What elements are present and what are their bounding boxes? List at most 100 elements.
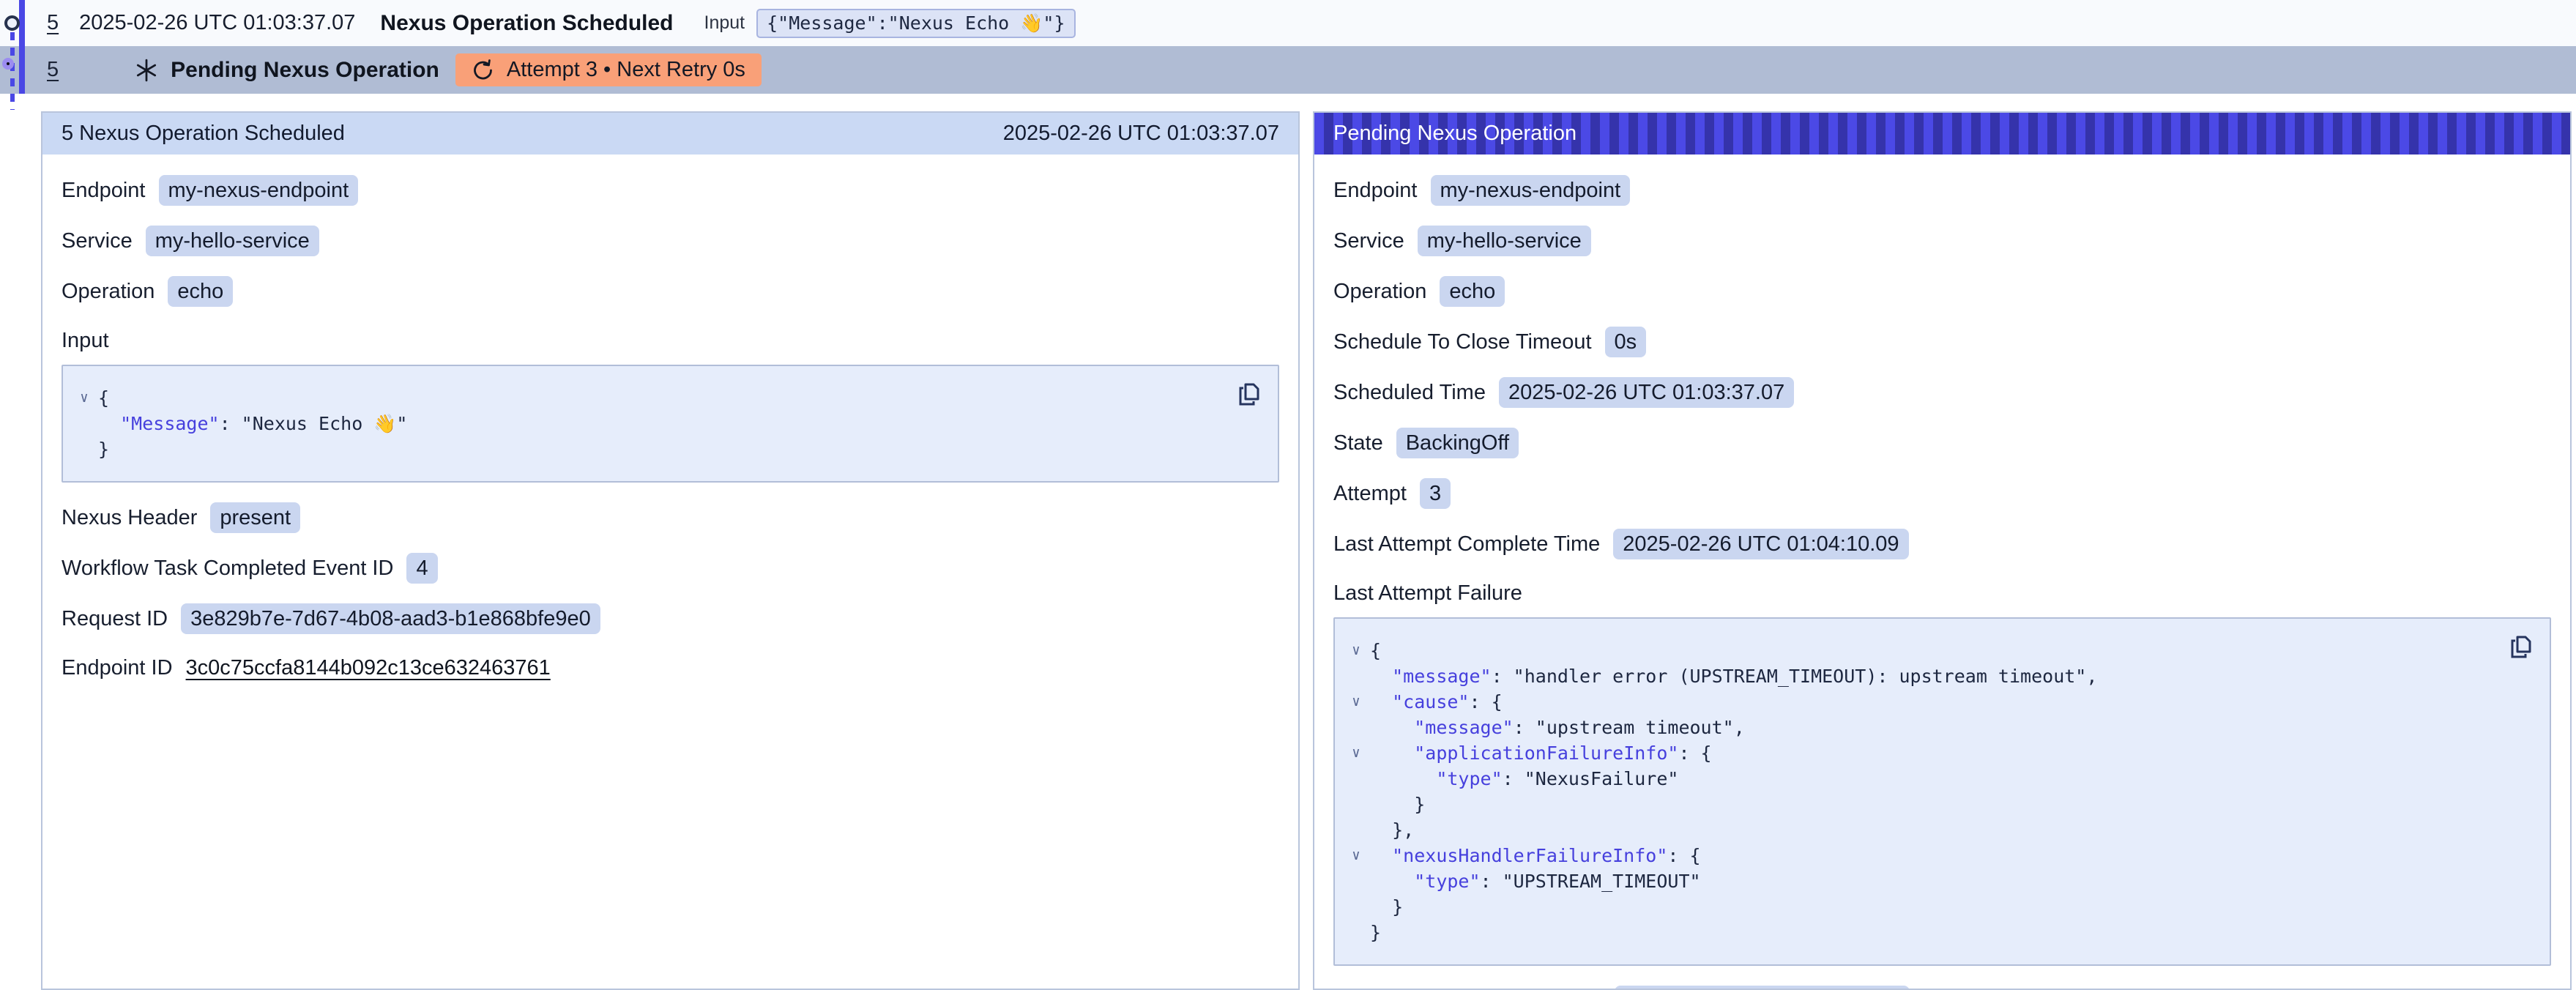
field-row: State BackingOff	[1333, 428, 2551, 458]
field-label: Scheduled Time	[1333, 379, 1486, 406]
field-row: Attempt 3	[1333, 478, 2551, 509]
event-id-link[interactable]: 5	[47, 11, 59, 35]
field-value-chip: BackingOff	[1396, 428, 1519, 458]
pending-panel-header: Pending Nexus Operation	[1314, 113, 2570, 155]
field-row: Schedule To Close Timeout 0s	[1333, 327, 2551, 357]
field-row: Operationecho	[1333, 276, 2551, 307]
scheduled-fields-top: Endpointmy-nexus-endpoint Servicemy-hello…	[62, 175, 1279, 307]
code-line: ∨ "applicationFailureInfo": {	[1342, 740, 2498, 766]
field-value-chip: 3e829b7e-7d67-4b08-aad3-b1e868bfe9e0	[181, 603, 600, 634]
field-value-chip: my-hello-service	[1418, 226, 1591, 256]
collapse-chevron-icon[interactable]: ∨	[1342, 740, 1370, 766]
code-text: }	[98, 436, 109, 462]
code-line: }	[1342, 894, 2498, 920]
field-value-chip: 0s	[1605, 327, 1647, 357]
code-line: "Message": "Nexus Echo 👋"	[70, 411, 1226, 436]
copy-icon[interactable]	[2504, 630, 2538, 664]
timeline-pending-dot-icon	[2, 58, 14, 70]
field-label: Attempt	[1333, 480, 1407, 507]
field-row: Scheduled Time 2025-02-26 UTC 01:03:37.07	[1333, 377, 2551, 408]
endpoint-id-field: Endpoint ID 3c0c75ccfa8144b092c13ce63246…	[62, 654, 1279, 682]
pending-operation-panel: Pending Nexus Operation Endpointmy-nexus…	[1313, 111, 2572, 990]
field-label: Schedule To Close Timeout	[1333, 328, 1592, 356]
field-row: Operationecho	[62, 276, 1279, 307]
code-gutter	[1342, 894, 1370, 920]
code-text: {	[1370, 638, 1381, 663]
code-gutter	[1342, 792, 1370, 817]
endpoint-id-link[interactable]: 3c0c75ccfa8144b092c13ce632463761	[186, 654, 551, 682]
code-text: "Message": "Nexus Echo 👋"	[98, 411, 407, 436]
pending-asterisk-icon	[134, 58, 159, 83]
input-preview-pill: {"Message":"Nexus Echo 👋"}	[756, 9, 1075, 38]
code-line: ∨ "cause": {	[1342, 689, 2498, 715]
retry-icon	[472, 59, 495, 82]
copy-icon[interactable]	[1232, 378, 1266, 412]
code-gutter	[1342, 715, 1370, 740]
timeline-active-bar	[19, 0, 25, 94]
field-value-chip: 2025-02-26 UTC 01:04:10.09	[1613, 529, 1908, 559]
code-line: }	[1342, 792, 2498, 817]
field-row: Last Attempt Complete Time 2025-02-26 UTC…	[1333, 529, 2551, 559]
field-value-chip: 3	[1420, 478, 1451, 509]
field-row: Workflow Task Completed Event ID4	[62, 553, 1279, 584]
field-value-chip: echo	[168, 276, 233, 307]
timeline-event-circle-icon	[4, 15, 20, 31]
next-attempt-field: Next Attempt Schedule Time 2025-02-26 UT…	[1333, 986, 2551, 990]
field-row: Servicemy-hello-service	[62, 226, 1279, 256]
scheduled-event-panel: 5 Nexus Operation Scheduled 2025-02-26 U…	[41, 111, 1300, 990]
retry-status-badge: Attempt 3 • Next Retry 0s	[455, 53, 762, 86]
field-label: Service	[1333, 227, 1404, 255]
collapse-chevron-icon[interactable]: ∨	[1342, 638, 1370, 663]
code-text: "message": "handler error (UPSTREAM_TIME…	[1370, 663, 2097, 689]
field-label: State	[1333, 429, 1383, 457]
next-attempt-label: Next Attempt Schedule Time	[1333, 987, 1601, 990]
code-line: "type": "UPSTREAM_TIMEOUT"	[1342, 868, 2498, 894]
code-gutter	[70, 436, 98, 462]
field-value-chip: my-hello-service	[146, 226, 319, 256]
event-row-scheduled[interactable]: 5 2025-02-26 UTC 01:03:37.07 Nexus Opera…	[0, 0, 2576, 46]
retry-badge-text: Attempt 3 • Next Retry 0s	[507, 58, 745, 82]
field-label: Nexus Header	[62, 504, 197, 532]
field-value-chip: 4	[406, 553, 437, 584]
field-row: Endpointmy-nexus-endpoint	[1333, 175, 2551, 206]
collapse-chevron-icon[interactable]: ∨	[1342, 843, 1370, 868]
scheduled-panel-timestamp: 2025-02-26 UTC 01:03:37.07	[1003, 122, 1279, 146]
field-row: Nexus Header present	[62, 502, 1279, 533]
event-history-rows: 5 2025-02-26 UTC 01:03:37.07 Nexus Opera…	[0, 0, 2576, 94]
scheduled-fields-bottom: Nexus Header present Workflow Task Complet…	[62, 502, 1279, 634]
code-text: }	[1370, 792, 1425, 817]
pending-event-id-link[interactable]: 5	[47, 58, 59, 82]
code-text: },	[1370, 817, 1414, 843]
input-inline-label: Input	[704, 12, 745, 34]
collapse-chevron-icon[interactable]: ∨	[70, 385, 98, 411]
code-text: "type": "NexusFailure"	[1370, 766, 1678, 792]
pending-panel-title: Pending Nexus Operation	[1333, 122, 1577, 146]
field-label: Request ID	[62, 605, 168, 633]
failure-json-block: ∨{ "message": "handler error (UPSTREAM_T…	[1333, 617, 2551, 966]
next-attempt-value-chip: 2025-02-26 UTC 01:04:13.93	[1615, 986, 1910, 990]
code-line: "message": "handler error (UPSTREAM_TIME…	[1342, 663, 2498, 689]
field-label: Last Attempt Complete Time	[1333, 530, 1600, 558]
scheduled-panel-title: 5 Nexus Operation Scheduled	[62, 122, 345, 146]
code-gutter	[70, 411, 98, 436]
input-section-label: Input	[62, 327, 1279, 354]
code-line: "type": "NexusFailure"	[1342, 766, 2498, 792]
code-gutter	[1342, 663, 1370, 689]
field-value-chip: present	[210, 502, 300, 533]
field-row: Endpointmy-nexus-endpoint	[62, 175, 1279, 206]
field-value-chip: my-nexus-endpoint	[159, 175, 359, 206]
code-gutter	[1342, 766, 1370, 792]
code-line: "message": "upstream timeout",	[1342, 715, 2498, 740]
code-text: "type": "UPSTREAM_TIMEOUT"	[1370, 868, 1701, 894]
code-gutter	[1342, 817, 1370, 843]
code-gutter	[1342, 920, 1370, 945]
field-value-chip: 2025-02-26 UTC 01:03:37.07	[1499, 377, 1794, 408]
collapse-chevron-icon[interactable]: ∨	[1342, 689, 1370, 715]
code-line: },	[1342, 817, 2498, 843]
input-json-block: ∨{ "Message": "Nexus Echo 👋"}	[62, 365, 1279, 483]
code-text: }	[1370, 894, 1403, 920]
scheduled-panel-header: 5 Nexus Operation Scheduled 2025-02-26 U…	[42, 113, 1298, 155]
code-gutter	[1342, 868, 1370, 894]
field-value-chip: echo	[1440, 276, 1505, 307]
event-row-pending[interactable]: 5 Pending Nexus Operation Attempt 3 • Ne…	[0, 46, 2576, 94]
